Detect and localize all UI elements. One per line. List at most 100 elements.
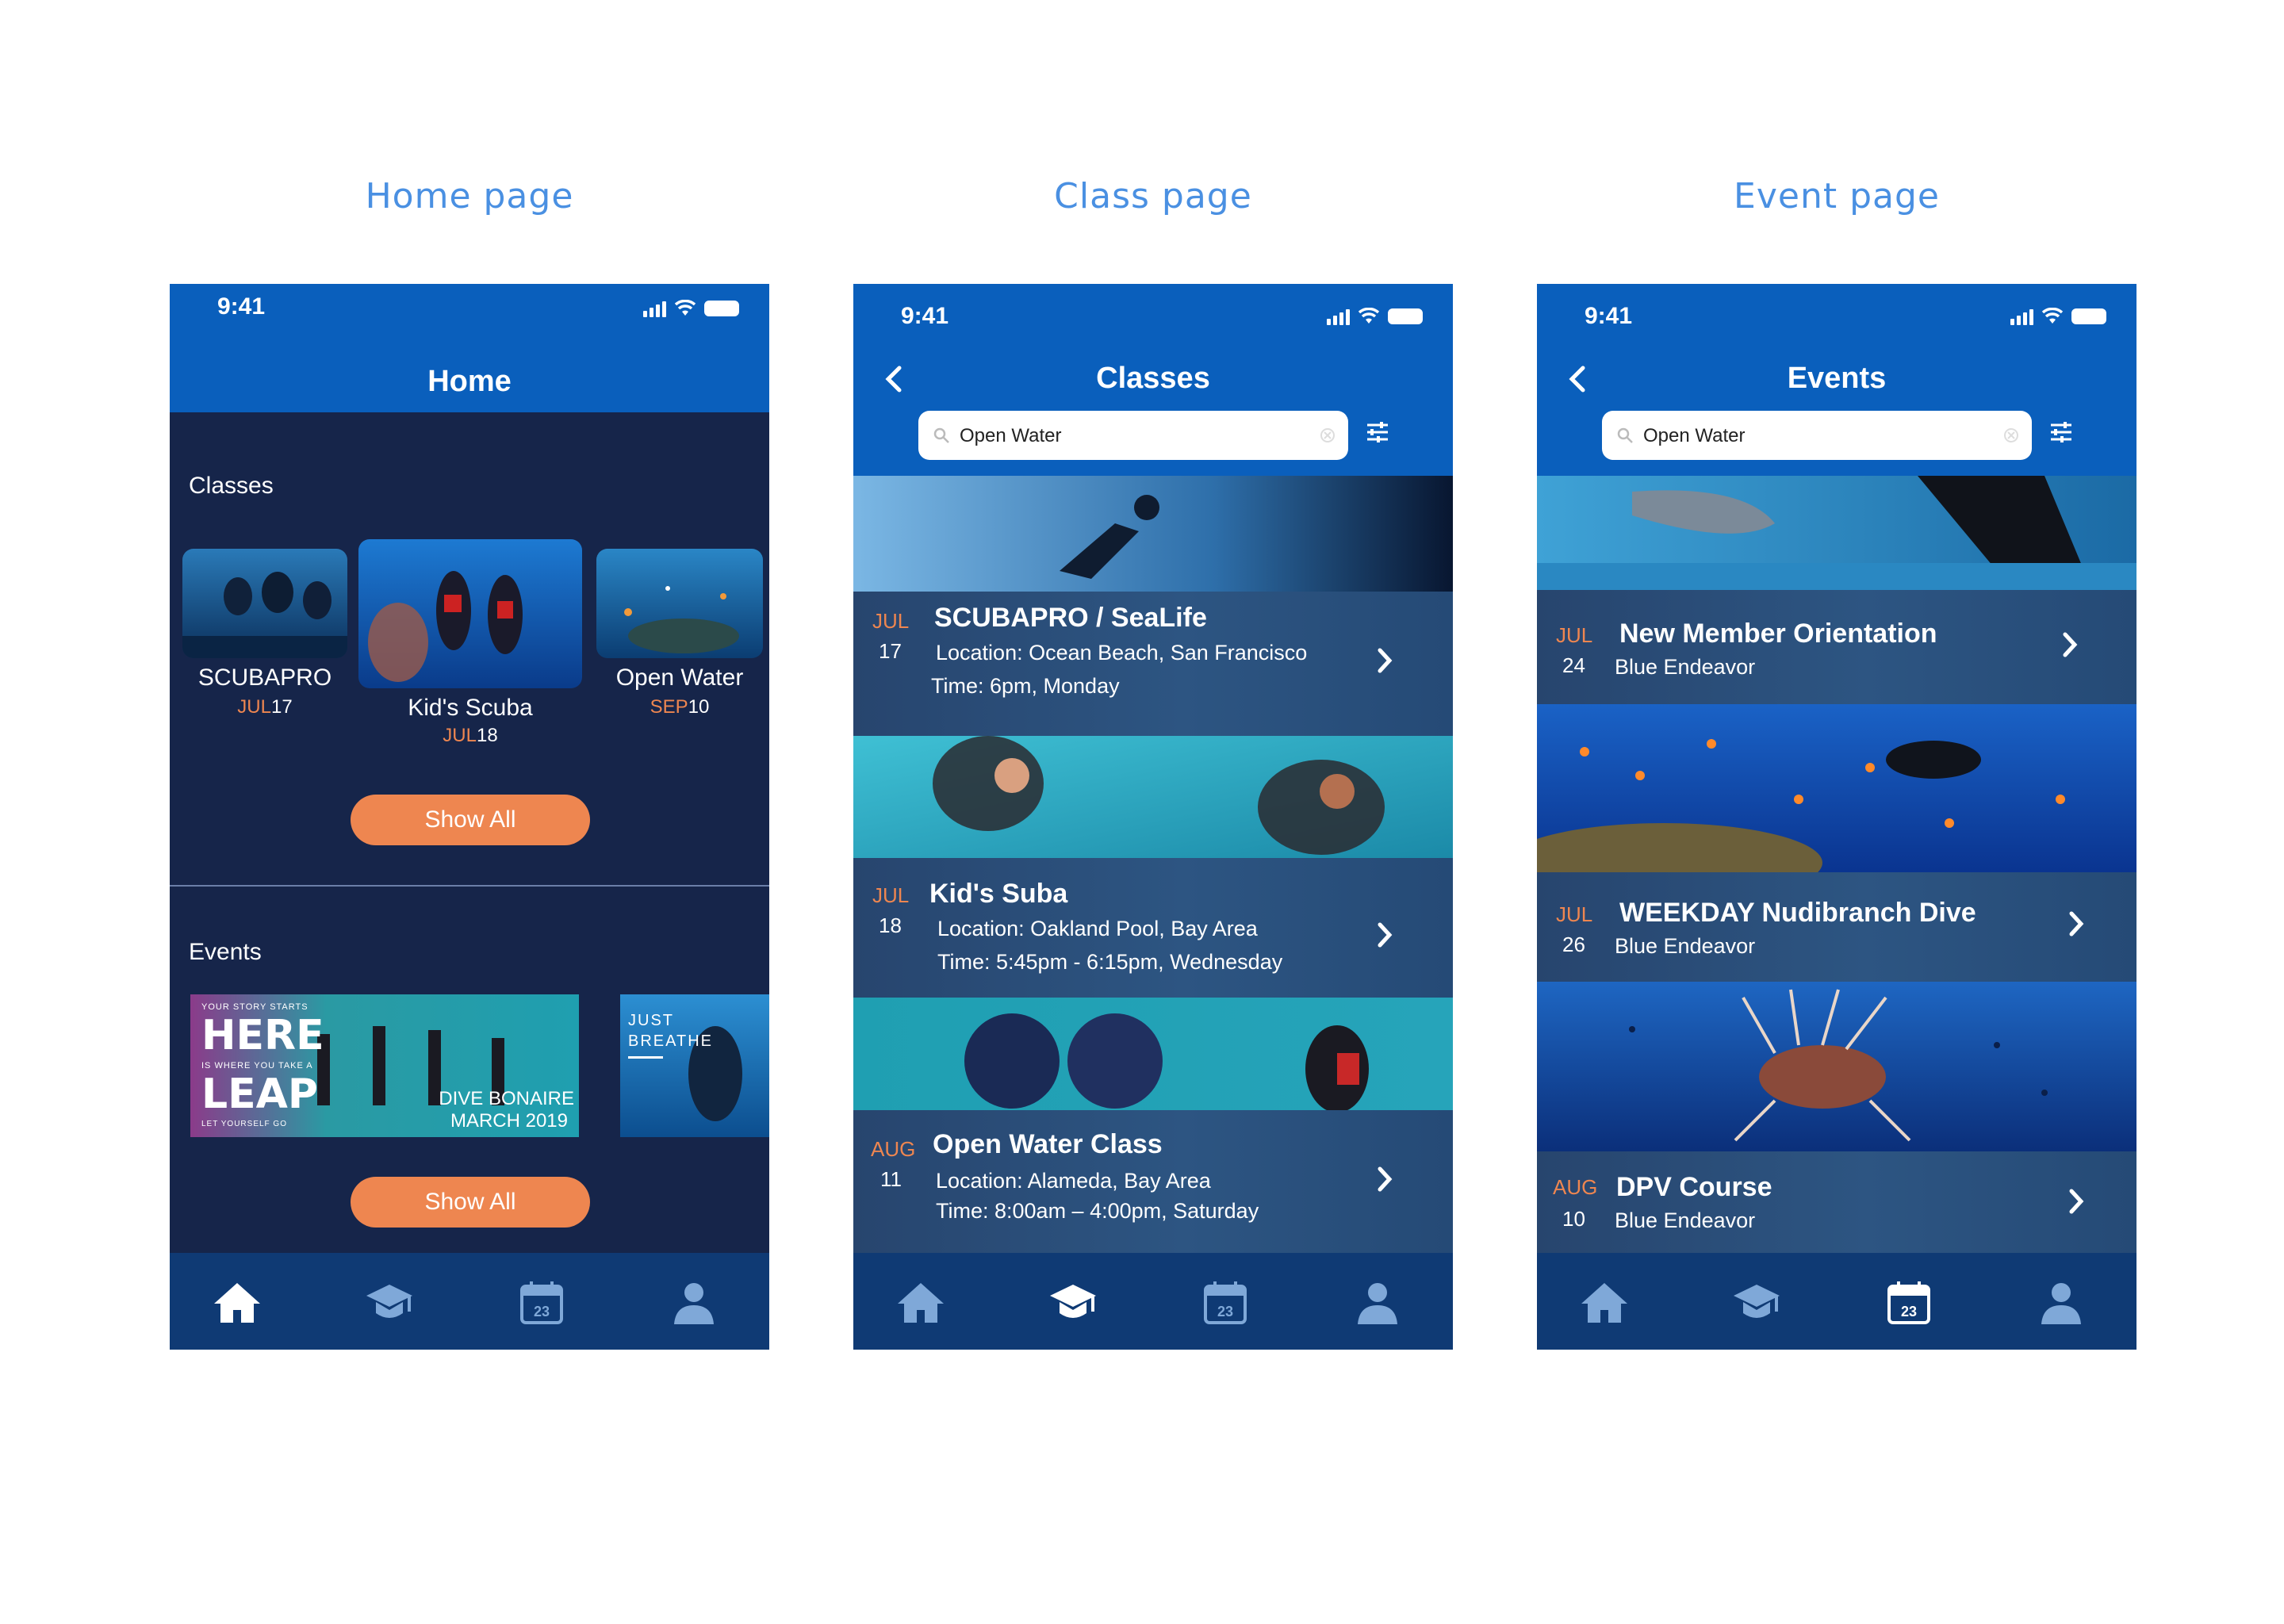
event-day: 10 bbox=[1562, 1207, 1585, 1231]
class-location: Location: Oakland Pool, Bay Area bbox=[937, 917, 1258, 940]
signal-icon bbox=[1327, 308, 1350, 325]
status-bar: 9:41 bbox=[1537, 284, 2136, 339]
svg-text:23: 23 bbox=[1217, 1304, 1233, 1320]
battery-icon bbox=[2071, 308, 2106, 324]
search-input[interactable] bbox=[1642, 411, 1994, 462]
event-banner-dive-bonaire[interactable]: YOUR STORY STARTS HERE IS WHERE YOU TAKE… bbox=[190, 994, 579, 1137]
lionfish-image bbox=[1537, 982, 2136, 1151]
tab-classes-icon[interactable] bbox=[1732, 1278, 1781, 1327]
class-day: 11 bbox=[880, 1167, 902, 1191]
class-thumb-kids-scuba[interactable] bbox=[358, 539, 582, 688]
event-photo-lionfish bbox=[1537, 982, 2136, 1151]
battery-icon bbox=[1388, 308, 1423, 324]
tab-classes-icon[interactable] bbox=[365, 1278, 414, 1327]
event-page-label: Event page bbox=[1734, 176, 1940, 216]
tab-home-icon[interactable] bbox=[213, 1278, 262, 1327]
search-input[interactable] bbox=[958, 411, 1310, 462]
event-org: Blue Endeavor bbox=[1615, 934, 1756, 958]
class-day: 17 bbox=[879, 639, 902, 663]
svg-text:23: 23 bbox=[1901, 1304, 1917, 1320]
event-title: WEEKDAY Nudibranch Dive bbox=[1619, 898, 1976, 928]
class-date: JUL18 bbox=[443, 725, 498, 746]
class-thumb-scubapro[interactable] bbox=[182, 549, 347, 658]
home-page-label: Home page bbox=[365, 176, 574, 216]
class-time: Time: 5:45pm - 6:15pm, Wednesday bbox=[937, 950, 1283, 974]
class-day: 18 bbox=[879, 914, 902, 937]
page-title: Classes bbox=[1096, 362, 1210, 395]
signal-icon bbox=[643, 300, 666, 317]
event-photo-shark bbox=[1537, 476, 2136, 590]
clear-icon[interactable] bbox=[2003, 427, 2019, 443]
event-card[interactable]: AUG 10 DPV Course Blue Endeavor bbox=[1537, 1151, 2136, 1253]
class-name: Open Water bbox=[615, 665, 744, 691]
class-month: JUL bbox=[872, 883, 910, 907]
class-title: Kid's Suba bbox=[929, 879, 1068, 909]
tab-profile-icon[interactable] bbox=[669, 1278, 719, 1327]
event-month: JUL bbox=[1556, 902, 1593, 926]
class-location: Location: Ocean Beach, San Francisco bbox=[936, 641, 1308, 665]
tab-calendar-icon[interactable]: 23 bbox=[1201, 1278, 1250, 1327]
class-card[interactable]: JUL 17 SCUBAPRO / SeaLife Location: Ocea… bbox=[853, 592, 1453, 736]
shark-diver-image bbox=[1537, 476, 2136, 590]
status-time: 9:41 bbox=[1585, 303, 1633, 329]
tab-calendar-icon[interactable]: 23 bbox=[1884, 1278, 1933, 1327]
wreck-diver-image bbox=[853, 476, 1453, 592]
training-divers-image bbox=[853, 998, 1453, 1110]
page-title: Home bbox=[427, 365, 512, 398]
tab-calendar-icon[interactable]: 23 bbox=[517, 1278, 566, 1327]
event-card[interactable]: JUL 26 WEEKDAY Nudibranch Dive Blue Ende… bbox=[1537, 872, 2136, 982]
event-banner-just-breathe[interactable]: JUST BREATHE bbox=[620, 994, 769, 1137]
class-title: SCUBAPRO / SeaLife bbox=[934, 603, 1207, 633]
wifi-icon bbox=[2041, 308, 2064, 324]
class-photo-kids bbox=[853, 736, 1453, 858]
class-time: Time: 6pm, Monday bbox=[931, 674, 1120, 698]
class-name: Kid's Scuba bbox=[408, 695, 533, 721]
class-thumb-open-water[interactable] bbox=[596, 549, 763, 658]
class-card[interactable]: JUL 18 Kid's Suba Location: Oakland Pool… bbox=[853, 858, 1453, 998]
filter-icon[interactable] bbox=[2048, 419, 2075, 446]
events-section-label: Events bbox=[189, 939, 262, 965]
event-month: AUG bbox=[1553, 1175, 1598, 1199]
search-bar bbox=[1602, 411, 2032, 462]
class-date: JUL17 bbox=[237, 696, 293, 718]
chevron-right-icon bbox=[2063, 632, 2078, 657]
class-photo-scubapro bbox=[853, 476, 1453, 592]
tab-classes-icon[interactable] bbox=[1048, 1278, 1098, 1327]
reef-image bbox=[596, 549, 763, 658]
signal-icon bbox=[2010, 308, 2033, 325]
filter-icon[interactable] bbox=[1364, 419, 1391, 446]
class-location: Location: Alameda, Bay Area bbox=[936, 1169, 1211, 1193]
status-time: 9:41 bbox=[901, 303, 949, 329]
chevron-right-icon bbox=[1378, 1166, 1393, 1192]
pool-divers-image bbox=[853, 736, 1453, 858]
tab-home-icon[interactable] bbox=[1580, 1278, 1629, 1327]
class-name: SCUBAPRO bbox=[197, 665, 332, 691]
event-card[interactable]: JUL 24 New Member Orientation Blue Endea… bbox=[1537, 590, 2136, 704]
status-bar: 9:41 bbox=[853, 284, 1453, 339]
class-photo-open-water bbox=[853, 998, 1453, 1110]
event-photo-reef bbox=[1537, 704, 2136, 872]
event-day: 26 bbox=[1562, 933, 1585, 956]
tab-bar: 23 bbox=[170, 1253, 769, 1350]
class-page-label: Class page bbox=[1054, 176, 1252, 216]
classes-screen: 9:41 Classes JUL 17 SCUBAPRO / SeaLife L… bbox=[853, 284, 1453, 1350]
chevron-right-icon bbox=[1378, 922, 1393, 948]
class-card[interactable]: AUG 11 Open Water Class Location: Alamed… bbox=[853, 1110, 1453, 1253]
class-title: Open Water Class bbox=[933, 1129, 1163, 1159]
class-month: AUG bbox=[871, 1137, 916, 1161]
show-all-classes-button[interactable]: Show All bbox=[351, 795, 590, 845]
event-title: New Member Orientation bbox=[1619, 619, 1937, 649]
show-all-events-button[interactable]: Show All bbox=[351, 1177, 590, 1228]
tab-profile-icon[interactable] bbox=[2037, 1278, 2086, 1327]
class-time: Time: 8:00am – 4:00pm, Saturday bbox=[936, 1199, 1259, 1223]
events-header: 9:41 Events bbox=[1537, 284, 2136, 476]
events-screen: 9:41 Events JUL 24 New Member Orientati bbox=[1537, 284, 2136, 1350]
chevron-right-icon bbox=[2069, 1189, 2084, 1214]
tab-home-icon[interactable] bbox=[896, 1278, 945, 1327]
kids-divers-image bbox=[358, 539, 582, 688]
search-icon bbox=[1617, 427, 1633, 443]
clear-icon[interactable] bbox=[1320, 427, 1336, 443]
event-title: DPV Course bbox=[1616, 1172, 1772, 1202]
reef-fish-image bbox=[1537, 704, 2136, 872]
tab-profile-icon[interactable] bbox=[1353, 1278, 1402, 1327]
